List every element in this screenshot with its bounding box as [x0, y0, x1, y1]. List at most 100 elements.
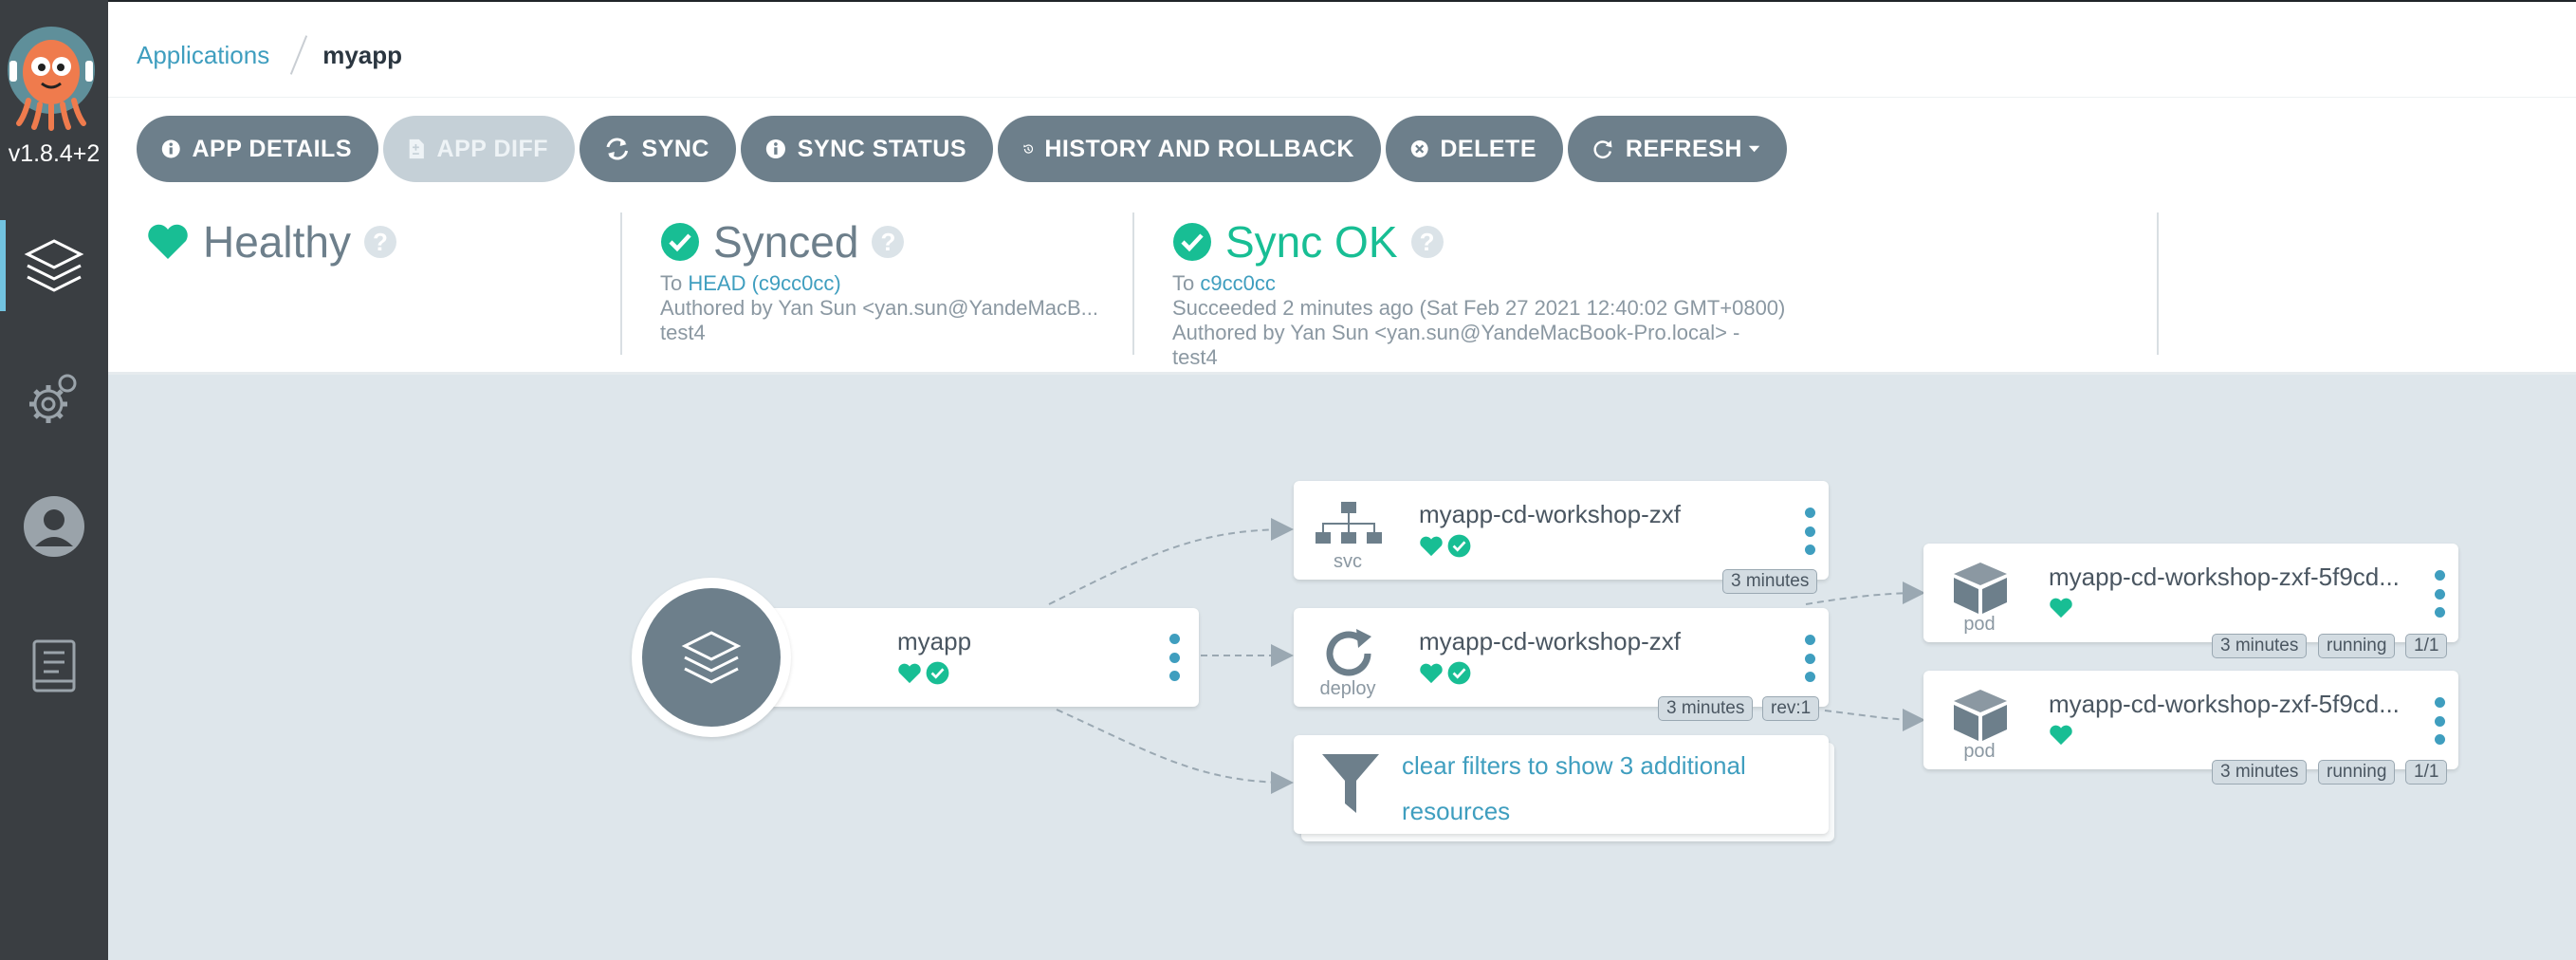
sync-revision-link[interactable]: HEAD (c9cc0cc) — [688, 271, 840, 295]
nav-settings[interactable] — [0, 351, 108, 446]
check-circle-icon — [926, 661, 949, 685]
pod-node[interactable]: pod myapp-cd-workshop-zxf-5f9cd... — [1923, 671, 2458, 769]
heart-icon — [1420, 663, 1443, 683]
pod-icon — [1954, 563, 2007, 614]
operation-author: Authored by Yan Sun <yan.sun@YandeMacBoo… — [1172, 321, 1740, 344]
health-status-title: Healthy ? — [146, 216, 396, 268]
svc-node[interactable]: svc myapp-cd-workshop-zxf — [1294, 481, 1829, 580]
pod-node-menu[interactable] — [2430, 697, 2449, 745]
pod-node-kind: pod — [1963, 741, 1996, 762]
deploy-node-kind: deploy — [1319, 678, 1376, 699]
breadcrumb-separator — [290, 35, 308, 75]
help-icon[interactable]: ? — [872, 226, 905, 258]
app-diff-button[interactable]: APP DIFF — [383, 116, 575, 182]
breadcrumb-current: myapp — [322, 40, 403, 69]
filter-node[interactable]: clear filters to show 3 additional resou… — [1294, 735, 1829, 834]
applications-icon — [681, 631, 742, 684]
refresh-button[interactable]: REFRESH — [1568, 116, 1787, 182]
check-circle-icon — [1447, 661, 1471, 685]
service-icon — [1316, 502, 1382, 544]
sync-author: Authored by Yan Sun <yan.sun@YandeMacB..… — [660, 296, 1099, 320]
panel-divider — [620, 212, 622, 355]
svc-node-kind: svc — [1334, 551, 1362, 572]
operation-succeeded: Succeeded 2 minutes ago (Sat Feb 27 2021… — [1172, 296, 1786, 320]
pod-node-health — [2049, 597, 2073, 619]
help-icon[interactable]: ? — [1410, 226, 1444, 258]
info-icon — [161, 139, 180, 158]
heart-icon — [148, 224, 188, 259]
app-details-label: APP DETAILS — [192, 135, 352, 162]
operation-target: To c9cc0cc — [1172, 271, 1276, 296]
app-node-icon-circle[interactable] — [632, 578, 791, 737]
deployment-icon — [1326, 629, 1371, 676]
sync-button[interactable]: SYNC — [580, 116, 736, 182]
svc-age-tag: 3 minutes — [1722, 569, 1818, 594]
applications-icon — [24, 239, 84, 292]
pod-age-tag: 3 minutes — [2212, 634, 2308, 658]
deploy-age-tag: 3 minutes — [1658, 696, 1754, 721]
deploy-revision-tag: rev:1 — [1762, 696, 1820, 721]
help-icon[interactable]: ? — [363, 226, 396, 258]
pod-age-tag: 3 minutes — [2212, 760, 2308, 785]
edge-deploy-pod1 — [1805, 582, 1925, 605]
pod-node[interactable]: pod myapp-cd-workshop-zxf-5f9cd... — [1923, 544, 2458, 642]
docs-icon — [32, 639, 76, 692]
nav-user-info[interactable] — [0, 479, 108, 574]
panel-divider — [1132, 212, 1134, 355]
delete-label: DELETE — [1440, 135, 1536, 162]
app-node-menu[interactable] — [1165, 634, 1184, 681]
check-circle-icon — [661, 223, 699, 261]
check-circle-icon — [1447, 534, 1471, 558]
heart-icon — [2050, 598, 2072, 618]
version-label: v1.8.4+2 — [8, 140, 101, 167]
sync-status-title: Synced ? — [660, 216, 905, 268]
edge-app-filter — [1056, 709, 1294, 794]
app-details-button[interactable]: APP DETAILS — [137, 116, 378, 182]
heart-icon — [2050, 725, 2072, 746]
resource-tree: myapp svc myapp-cd-workshop-zxf 3 minute… — [108, 373, 2576, 960]
divider — [108, 97, 2576, 98]
heart-icon — [898, 663, 921, 683]
operation-status-title: Sync OK ? — [1172, 216, 1444, 268]
sync-target: To HEAD (c9cc0cc) — [660, 271, 841, 296]
app-node-health — [897, 661, 949, 685]
history-rollback-button[interactable]: HISTORY AND ROLLBACK — [998, 116, 1381, 182]
file-diff-icon — [409, 138, 424, 159]
sync-label: SYNC — [641, 135, 709, 162]
nav-documentation[interactable] — [0, 618, 108, 713]
history-icon — [1023, 144, 1034, 154]
sync-status-text: Synced — [713, 217, 859, 267]
svc-node-health — [1419, 534, 1471, 558]
argo-logo[interactable] — [0, 13, 108, 137]
app-node-name: myapp — [897, 627, 972, 655]
svc-node-name: myapp-cd-workshop-zxf — [1419, 500, 1681, 528]
sync-status-button[interactable]: SYNC STATUS — [741, 116, 993, 182]
svc-node-menu[interactable] — [1800, 508, 1819, 555]
settings-icon — [29, 374, 77, 423]
info-icon — [765, 138, 785, 159]
clear-filters-link[interactable]: clear filters to show 3 additional resou… — [1402, 743, 1800, 834]
sync-icon — [606, 138, 629, 160]
operation-revision-link[interactable]: c9cc0cc — [1200, 271, 1275, 295]
delete-button[interactable]: DELETE — [1386, 116, 1563, 182]
breadcrumb: Applications myapp — [137, 34, 402, 76]
pod-node-menu[interactable] — [2430, 570, 2449, 618]
breadcrumb-applications-link[interactable]: Applications — [137, 41, 269, 70]
heart-icon — [1420, 536, 1443, 556]
pod-ready-tag: 1/1 — [2405, 760, 2448, 785]
health-status-text: Healthy — [203, 217, 351, 267]
edge-app-svc — [1048, 518, 1294, 605]
nav-applications[interactable] — [0, 218, 108, 313]
app-header: Applications myapp APP DETAILS APP DIFF … — [108, 0, 2576, 375]
panel-divider — [2157, 212, 2159, 355]
pod-node-name: myapp-cd-workshop-zxf-5f9cd... — [2049, 690, 2400, 718]
check-circle-icon — [1173, 223, 1211, 261]
deploy-node-menu[interactable] — [1800, 635, 1819, 682]
sync-status-label: SYNC STATUS — [797, 135, 966, 162]
pod-state-tag: running — [2318, 634, 2396, 658]
deploy-node-name: myapp-cd-workshop-zxf — [1419, 627, 1681, 655]
operation-status-text: Sync OK — [1225, 217, 1398, 267]
sync-commit-message: test4 — [660, 321, 706, 344]
pod-node-name: myapp-cd-workshop-zxf-5f9cd... — [2049, 563, 2400, 591]
deploy-node[interactable]: deploy myapp-cd-workshop-zxf — [1294, 608, 1829, 707]
